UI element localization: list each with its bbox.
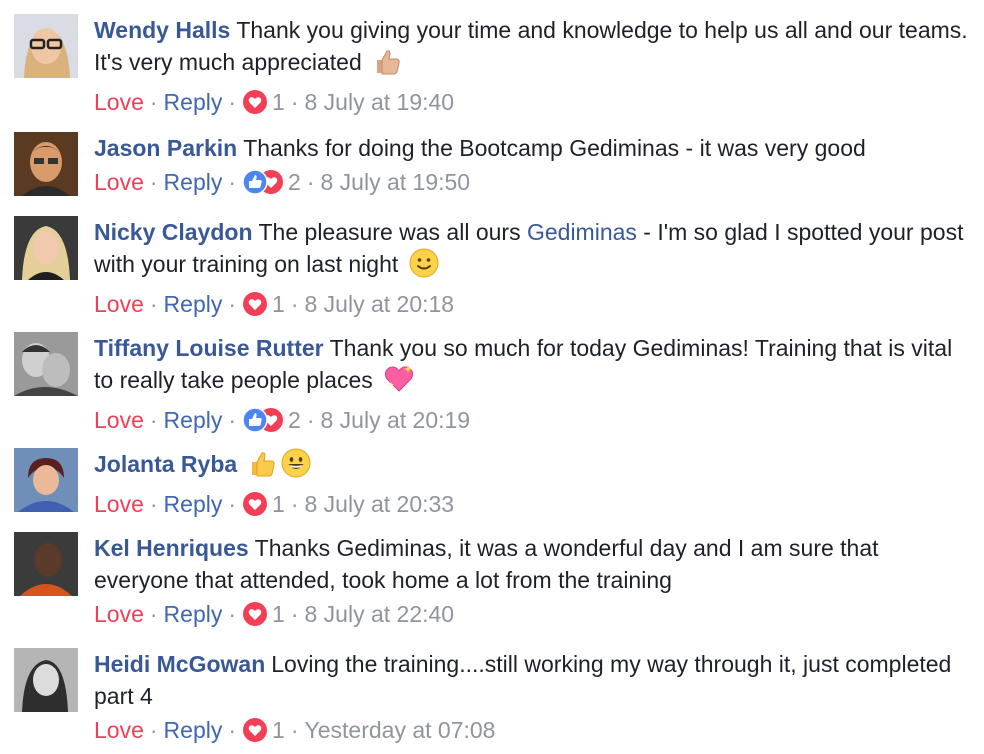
comment-text: Wendy Halls Thank you giving your time an…: [94, 14, 970, 84]
comment-text: Kel Henriques Thanks Gediminas, it was a …: [94, 532, 970, 596]
comment-actions: Love · Reply · 1 · 8 July at 19:40: [94, 84, 970, 125]
timestamp[interactable]: 8 July at 19:50: [321, 169, 471, 195]
heart-reaction-icon[interactable]: [242, 491, 268, 527]
reply-link[interactable]: Reply: [164, 601, 223, 627]
thumbs-up-emoji-icon: [247, 450, 277, 486]
profile-photo-icon: [14, 14, 78, 78]
reply-link[interactable]: Reply: [164, 89, 223, 115]
timestamp[interactable]: 8 July at 20:33: [305, 491, 455, 517]
avatar[interactable]: [14, 448, 78, 512]
profile-photo-icon: [14, 332, 78, 396]
profile-photo-icon: [14, 132, 78, 196]
reply-link[interactable]: Reply: [164, 491, 223, 517]
thumbs-up-emoji-icon: [372, 48, 402, 84]
comment-text: Jason Parkin Thanks for doing the Bootcam…: [94, 132, 970, 164]
reply-link[interactable]: Reply: [164, 169, 223, 195]
author-name[interactable]: Jolanta Ryba: [94, 451, 237, 477]
comment-body-start: The pleasure was all ours: [258, 219, 521, 245]
sparkling-heart-emoji-icon: [383, 364, 415, 402]
heart-reaction-icon[interactable]: [242, 717, 268, 753]
profile-photo-icon: [14, 532, 78, 596]
comment-actions: Love · Reply · 1 · 8 July at 20:18: [94, 286, 970, 327]
profile-photo-icon: [14, 648, 78, 712]
author-name[interactable]: Kel Henriques: [94, 535, 249, 561]
comment-body: Thanks for doing the Bootcamp Gediminas …: [243, 135, 866, 161]
author-name[interactable]: Jason Parkin: [94, 135, 237, 161]
timestamp[interactable]: 8 July at 20:18: [305, 291, 455, 317]
comment-actions: Love · Reply · 2 · 8 July at 20:19: [94, 402, 970, 443]
avatar[interactable]: [14, 532, 78, 596]
avatar[interactable]: [14, 216, 78, 280]
timestamp[interactable]: 8 July at 20:19: [321, 407, 471, 433]
reaction-count[interactable]: 1: [272, 491, 285, 517]
love-link[interactable]: Love: [94, 291, 144, 317]
love-link[interactable]: Love: [94, 407, 144, 433]
comment-actions: Love · Reply · 1 · Yesterday at 07:08: [94, 712, 970, 753]
timestamp[interactable]: 8 July at 19:40: [305, 89, 455, 115]
comment-text: Heidi McGowan Loving the training....stil…: [94, 648, 970, 712]
reaction-count[interactable]: 2: [288, 169, 301, 195]
avatar[interactable]: [14, 332, 78, 396]
timestamp[interactable]: 8 July at 22:40: [305, 601, 455, 627]
grinning-face-emoji-icon: [281, 448, 311, 486]
avatar[interactable]: [14, 132, 78, 196]
love-link[interactable]: Love: [94, 601, 144, 627]
author-name[interactable]: Tiffany Louise Rutter: [94, 335, 324, 361]
avatar[interactable]: [14, 648, 78, 712]
like-heart-reactions-icon[interactable]: [242, 169, 284, 205]
reply-link[interactable]: Reply: [164, 717, 223, 743]
reaction-count[interactable]: 1: [272, 291, 285, 317]
reaction-count[interactable]: 2: [288, 407, 301, 433]
heart-reaction-icon[interactable]: [242, 601, 268, 637]
like-heart-reactions-icon[interactable]: [242, 407, 284, 443]
timestamp[interactable]: Yesterday at 07:08: [305, 717, 496, 743]
love-link[interactable]: Love: [94, 491, 144, 517]
heart-reaction-icon[interactable]: [242, 89, 268, 125]
comment-text: Nicky Claydon The pleasure was all ours G…: [94, 216, 970, 286]
comment-actions: Love · Reply · 1 · 8 July at 20:33: [94, 486, 970, 527]
reaction-count[interactable]: 1: [272, 89, 285, 115]
comment-actions: Love · Reply · 1 · 8 July at 22:40: [94, 596, 970, 637]
profile-photo-icon: [14, 448, 78, 512]
reply-link[interactable]: Reply: [164, 291, 223, 317]
comment-actions: Love · Reply · 2 · 8 July at 19:50: [94, 164, 970, 205]
author-name[interactable]: Wendy Halls: [94, 17, 230, 43]
heart-reaction-icon[interactable]: [242, 291, 268, 327]
avatar[interactable]: [14, 14, 78, 78]
smiling-face-emoji-icon: [409, 248, 439, 286]
reaction-count[interactable]: 1: [272, 601, 285, 627]
love-link[interactable]: Love: [94, 717, 144, 743]
love-link[interactable]: Love: [94, 89, 144, 115]
author-name[interactable]: Heidi McGowan: [94, 651, 265, 677]
reply-link[interactable]: Reply: [164, 407, 223, 433]
love-link[interactable]: Love: [94, 169, 144, 195]
comment-text: Jolanta Ryba: [94, 448, 970, 486]
profile-photo-icon: [14, 216, 78, 280]
author-name[interactable]: Nicky Claydon: [94, 219, 253, 245]
reaction-count[interactable]: 1: [272, 717, 285, 743]
mention-link[interactable]: Gediminas: [527, 219, 637, 245]
comment-text: Tiffany Louise Rutter Thank you so much f…: [94, 332, 970, 402]
